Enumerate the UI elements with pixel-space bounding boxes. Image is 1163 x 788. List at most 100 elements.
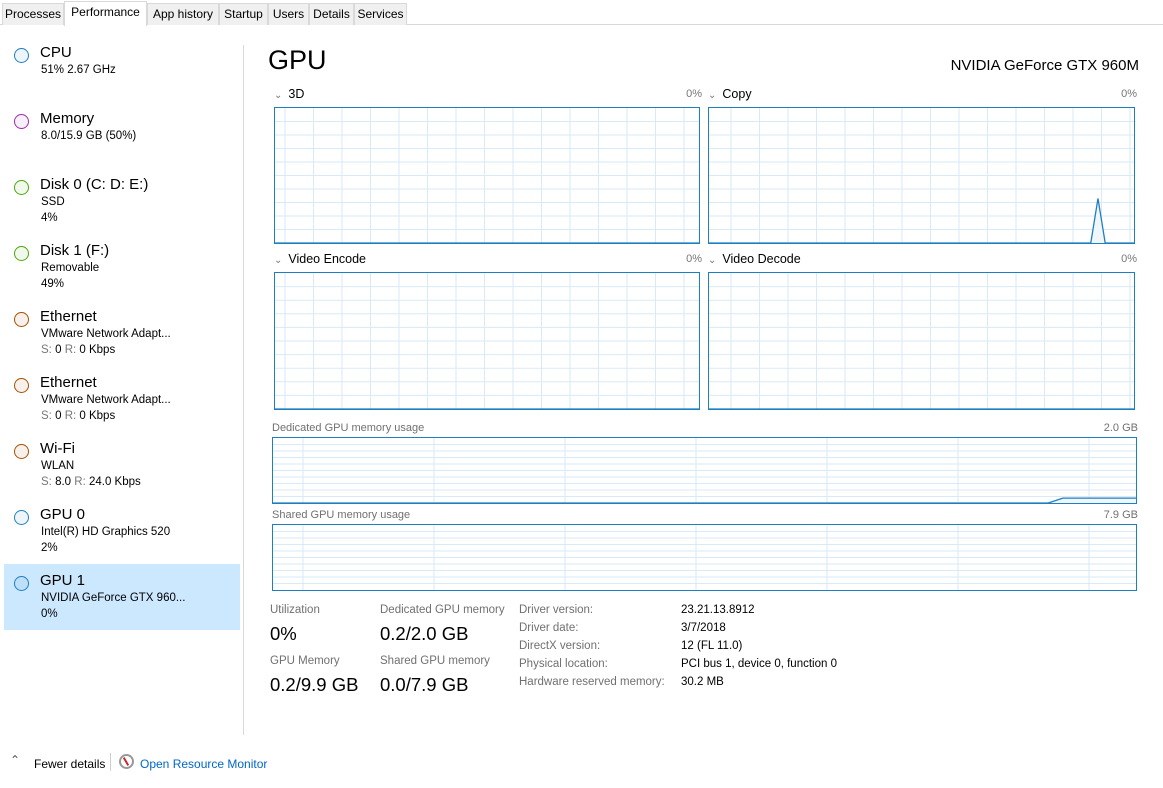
footer: ⌃ Fewer details Open Resource Monitor — [0, 745, 1163, 785]
sidebar-item-detail: Removable — [41, 262, 100, 274]
sidebar-item-detail: VMware Network Adapt... — [41, 328, 171, 340]
status-circle-icon — [14, 114, 29, 129]
engine-label-3d[interactable]: ⌄ 3D — [274, 87, 304, 101]
sidebar-item-detail: 8.0/15.9 GB (50%) — [41, 130, 137, 142]
usage-line — [709, 198, 1134, 243]
graph-shared-memory — [272, 524, 1137, 591]
shared-memory-stat-value: 0.0/7.9 GB — [380, 674, 469, 695]
engine-name: Copy — [722, 87, 752, 101]
sidebar-item-value: 2% — [41, 542, 58, 554]
graph-video-decode — [708, 272, 1135, 410]
engine-percent: 0% — [1121, 88, 1137, 100]
chevron-up-icon[interactable]: ⌃ — [10, 753, 20, 767]
graph-copy — [708, 107, 1135, 244]
physical-location-label: Physical location: — [519, 658, 608, 670]
driver-version-value: 23.21.13.8912 — [681, 604, 755, 616]
sidebar-item-throughput: S: 0 R: 0 Kbps — [41, 344, 116, 356]
tab-services[interactable]: Services — [354, 3, 407, 25]
status-circle-icon — [14, 378, 29, 393]
sidebar-item-title: GPU 0 — [40, 506, 86, 523]
sidebar-item-title: Wi-Fi — [40, 440, 75, 457]
engine-name: 3D — [288, 87, 305, 101]
engine-label-video-decode[interactable]: ⌄ Video Decode — [708, 252, 801, 266]
gpu-memory-value: 0.2/9.9 GB — [270, 674, 359, 695]
tab-app-history[interactable]: App history — [147, 3, 219, 25]
sidebar-item-detail: VMware Network Adapt... — [41, 394, 171, 406]
sidebar-item-memory[interactable]: Memory 8.0/15.9 GB (50%) — [4, 102, 240, 168]
status-circle-icon — [14, 576, 29, 591]
sidebar-item-detail: SSD — [41, 196, 65, 208]
utilization-label: Utilization — [270, 604, 320, 616]
tab-users[interactable]: Users — [268, 3, 309, 25]
sidebar-item-ethernet[interactable]: Ethernet VMware Network Adapt... S: 0 R: … — [4, 300, 240, 366]
fewer-details-button[interactable]: Fewer details — [34, 757, 105, 771]
status-circle-icon — [14, 312, 29, 327]
footer-divider — [110, 753, 111, 771]
engine-percent: 0% — [686, 88, 702, 100]
sidebar-item-value: 49% — [41, 278, 65, 290]
sidebar-item-gpu-0[interactable]: GPU 0 Intel(R) HD Graphics 520 2% — [4, 498, 240, 564]
open-resource-monitor-link[interactable]: Open Resource Monitor — [140, 757, 267, 771]
engine-percent: 0% — [1121, 253, 1137, 265]
hardware-reserved-memory-label: Hardware reserved memory: — [519, 676, 665, 688]
status-circle-icon — [14, 246, 29, 261]
sidebar-item-detail: Intel(R) HD Graphics 520 — [41, 526, 171, 538]
dedicated-memory-stat-label: Dedicated GPU memory — [380, 604, 505, 616]
dedicated-memory-stat-value: 0.2/2.0 GB — [380, 623, 469, 644]
tab-performance[interactable]: Performance — [64, 1, 147, 26]
sidebar-item-detail: WLAN — [41, 460, 75, 472]
driver-date-value: 3/7/2018 — [681, 622, 726, 634]
shared-memory-label: Shared GPU memory usage — [272, 509, 411, 521]
status-circle-icon — [14, 180, 29, 195]
dedicated-memory-max: 2.0 GB — [1103, 422, 1138, 434]
resource-monitor-icon — [119, 754, 134, 769]
chevron-down-icon: ⌄ — [274, 90, 283, 101]
tab-bar: Processes Performance App history Startu… — [0, 0, 1163, 26]
tab-details[interactable]: Details — [309, 3, 354, 25]
status-circle-icon — [14, 444, 29, 459]
tab-processes[interactable]: Processes — [2, 3, 64, 25]
sidebar-item-title: GPU 1 — [40, 572, 86, 589]
sidebar-item-title: Ethernet — [40, 308, 97, 325]
page-title: GPU — [268, 45, 327, 75]
sidebar-item-cpu[interactable]: CPU 51% 2.67 GHz — [4, 36, 240, 102]
driver-date-label: Driver date: — [519, 622, 579, 634]
engine-label-copy[interactable]: ⌄ Copy — [708, 87, 752, 101]
tab-startup[interactable]: Startup — [219, 3, 268, 25]
engine-name: Video Encode — [288, 252, 367, 266]
physical-location-value: PCI bus 1, device 0, function 0 — [681, 658, 837, 670]
graph-dedicated-memory — [272, 437, 1137, 504]
sidebar-item-detail: 51% 2.67 GHz — [41, 64, 116, 76]
engine-percent: 0% — [686, 253, 702, 265]
sidebar-item-value: 4% — [41, 212, 58, 224]
usage-area — [273, 498, 1136, 503]
usage-area — [709, 198, 1134, 243]
chevron-down-icon: ⌄ — [708, 90, 717, 101]
gpu-panel: GPU NVIDIA GeForce GTX 960M ⌄ 3D 0% ⌄ Copy… — [244, 26, 1163, 736]
sidebar-item-ethernet[interactable]: Ethernet VMware Network Adapt... S: 0 R: … — [4, 366, 240, 432]
sidebar-item-title: Ethernet — [40, 374, 97, 391]
gpu-memory-label: GPU Memory — [270, 655, 340, 667]
gpu-model-name: NVIDIA GeForce GTX 960M — [950, 57, 1139, 74]
sidebar-item-disk-1-f[interactable]: Disk 1 (F:) Removable 49% — [4, 234, 240, 300]
hardware-reserved-memory-value: 30.2 MB — [681, 676, 724, 688]
directx-version-value: 12 (FL 11.0) — [681, 640, 743, 652]
sidebar-item-throughput: S: 8.0 R: 24.0 Kbps — [41, 476, 141, 488]
engine-label-video-encode[interactable]: ⌄ Video Encode — [274, 252, 366, 266]
graph-video-encode — [274, 272, 700, 410]
shared-memory-stat-label: Shared GPU memory — [380, 655, 490, 667]
driver-version-label: Driver version: — [519, 604, 594, 616]
sidebar-item-disk-0-c-d-e[interactable]: Disk 0 (C: D: E:) SSD 4% — [4, 168, 240, 234]
sidebar-item-gpu-1[interactable]: GPU 1 NVIDIA GeForce GTX 960... 0% — [4, 564, 240, 630]
dedicated-memory-label: Dedicated GPU memory usage — [272, 422, 425, 434]
directx-version-label: DirectX version: — [519, 640, 601, 652]
chevron-down-icon: ⌄ — [708, 255, 717, 266]
shared-memory-max: 7.9 GB — [1103, 509, 1138, 521]
sidebar-item-title: Memory — [40, 110, 95, 127]
sidebar-item-title: Disk 1 (F:) — [40, 242, 110, 259]
sidebar-item-title: CPU — [40, 44, 72, 61]
chevron-down-icon: ⌄ — [274, 255, 283, 266]
sidebar: CPU 51% 2.67 GHz Memory 8.0/15.9 GB (50%… — [0, 26, 243, 736]
sidebar-item-wi-fi[interactable]: Wi-Fi WLAN S: 8.0 R: 24.0 Kbps — [4, 432, 240, 498]
sidebar-item-detail: NVIDIA GeForce GTX 960... — [41, 592, 186, 604]
